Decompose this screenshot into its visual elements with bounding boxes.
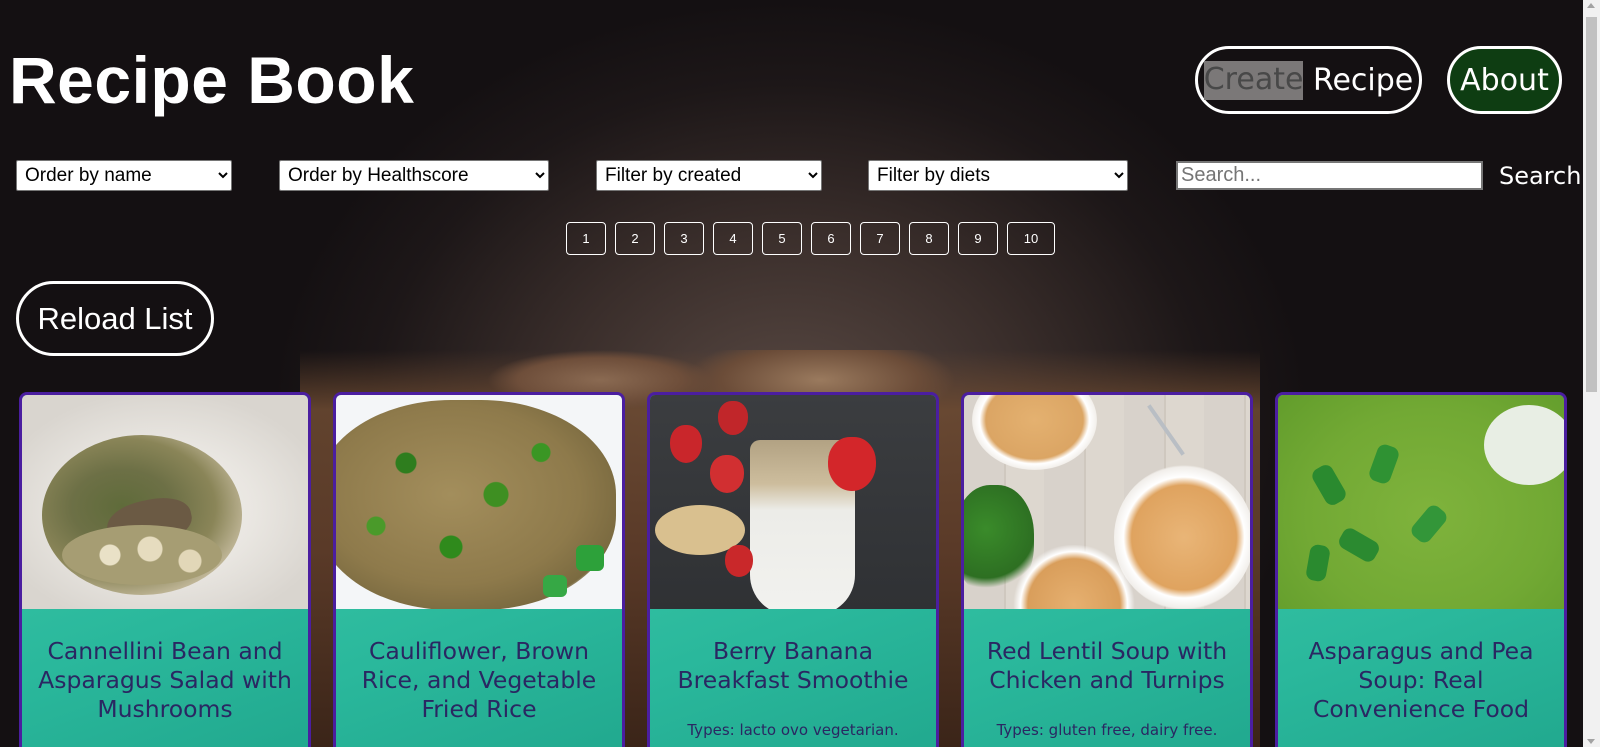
page-button-1[interactable]: 1 — [566, 222, 606, 255]
recipe-types: Types: gluten free, dairy free. — [996, 721, 1218, 739]
page-button-6[interactable]: 6 — [811, 222, 851, 255]
page-button-8[interactable]: 8 — [909, 222, 949, 255]
order-by-name-select[interactable]: Order by name — [16, 160, 232, 191]
recipe-card-list: Cannellini Bean and Asparagus Salad with… — [19, 392, 1567, 747]
about-button[interactable]: About — [1447, 46, 1562, 114]
recipe-image — [1278, 395, 1564, 609]
recipe-title: Red Lentil Soup with Chicken and Turnips — [986, 637, 1228, 694]
recipe-types: Types: lacto ovo vegetarian. — [687, 721, 899, 739]
create-label-rest: Recipe — [1303, 62, 1414, 98]
page-button-3[interactable]: 3 — [664, 222, 704, 255]
page-button-2[interactable]: 2 — [615, 222, 655, 255]
recipe-image — [336, 395, 622, 609]
recipe-title: Cannellini Bean and Asparagus Salad with… — [38, 637, 292, 723]
scroll-down-icon[interactable] — [1587, 739, 1595, 744]
recipe-image — [650, 395, 936, 609]
recipe-card[interactable]: Red Lentil Soup with Chicken and Turnips… — [961, 392, 1253, 747]
vertical-scrollbar[interactable] — [1583, 0, 1600, 747]
page-button-4[interactable]: 4 — [713, 222, 753, 255]
scroll-up-icon[interactable] — [1587, 3, 1595, 8]
recipe-title: Asparagus and Pea Soup: Real Convenience… — [1308, 637, 1534, 723]
recipe-card[interactable]: Cauliflower, Brown Rice, and Vegetable F… — [333, 392, 625, 747]
recipe-title: Berry Banana Breakfast Smoothie — [677, 637, 909, 694]
recipe-card[interactable]: Asparagus and Pea Soup: Real Convenience… — [1275, 392, 1567, 747]
recipe-image — [964, 395, 1250, 609]
page-title: Recipe Book — [9, 43, 415, 117]
page-button-10[interactable]: 10 — [1007, 222, 1055, 255]
filter-by-created-select[interactable]: Filter by created — [596, 160, 822, 191]
filter-by-diets-select[interactable]: Filter by diets — [868, 160, 1128, 191]
search-input[interactable] — [1176, 161, 1483, 190]
pagination: 1 2 3 4 5 6 7 8 9 10 — [566, 222, 1055, 255]
recipe-card[interactable]: Cannellini Bean and Asparagus Salad with… — [19, 392, 311, 747]
reload-list-button[interactable]: Reload List — [16, 281, 214, 356]
page-button-7[interactable]: 7 — [860, 222, 900, 255]
page-button-9[interactable]: 9 — [958, 222, 998, 255]
recipe-image — [22, 395, 308, 609]
create-recipe-button[interactable]: Create Recipe — [1195, 46, 1422, 114]
recipe-card[interactable]: Berry Banana Breakfast Smoothie Types: l… — [647, 392, 939, 747]
order-by-healthscore-select[interactable]: Order by Healthscore — [279, 160, 549, 191]
recipe-title: Cauliflower, Brown Rice, and Vegetable F… — [361, 637, 597, 723]
create-label-selected: Create — [1203, 60, 1304, 100]
scrollbar-thumb[interactable] — [1586, 17, 1597, 392]
page-button-5[interactable]: 5 — [762, 222, 802, 255]
search-button[interactable]: Search — [1499, 162, 1581, 190]
